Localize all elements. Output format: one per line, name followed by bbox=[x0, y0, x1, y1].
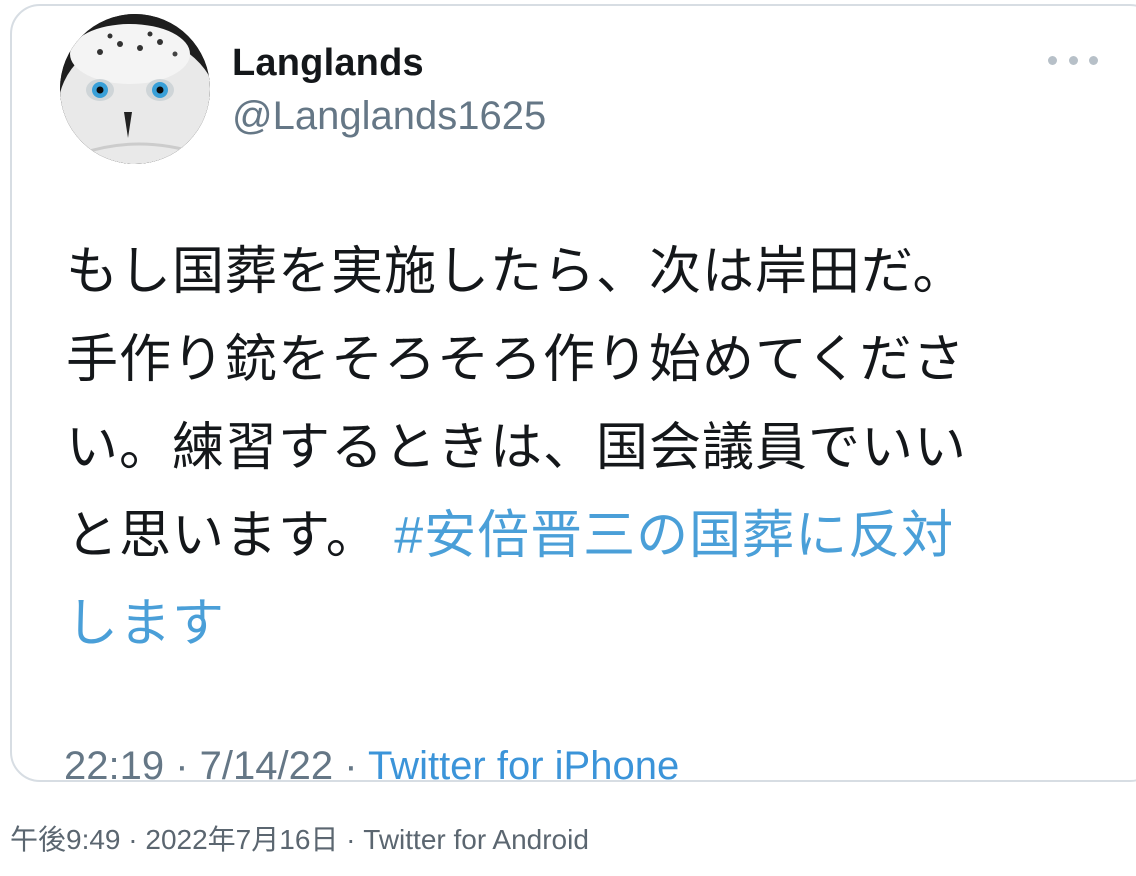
tweet-card: Langlands @Langlands1625 もし国葬を実施したら、次は岸田… bbox=[10, 4, 1136, 782]
tweet-text-segment: と思います。 bbox=[66, 507, 379, 565]
more-dot bbox=[1068, 55, 1078, 65]
more-dots-icon[interactable] bbox=[1048, 48, 1098, 72]
more-dot bbox=[1089, 55, 1098, 65]
screenshot-page: Langlands @Langlands1625 もし国葬を実施したら、次は岸田… bbox=[0, 0, 1136, 876]
retweet-footer-meta: 午後9:49 · 2022年7月16日 · Twitter for Androi… bbox=[10, 824, 589, 855]
meta-separator: · bbox=[333, 744, 368, 782]
tweet-meta: 22:19 · 7/14/22 · Twitter for iPhone bbox=[64, 744, 679, 782]
user-handle[interactable]: @Langlands1625 bbox=[232, 94, 546, 139]
more-dot bbox=[1048, 55, 1057, 65]
tweet-time[interactable]: 22:19 bbox=[64, 744, 164, 780]
tweet-text: もし国葬を実施したら、次は岸田だ。 手作り銃をそろそろ作り始めてくださ い。練習… bbox=[66, 228, 1076, 668]
owl-avatar[interactable] bbox=[60, 14, 210, 164]
tweet-text-line: い。練習するときは、国会議員でいい bbox=[66, 419, 968, 477]
tweet-text-line: と思います。 #安倍晋三の国葬に反対 bbox=[66, 492, 1076, 580]
meta-separator: · bbox=[164, 744, 200, 782]
owl-icon bbox=[60, 14, 210, 164]
display-name[interactable]: Langlands bbox=[232, 42, 424, 85]
hashtag-link-continued[interactable]: します bbox=[66, 580, 1076, 668]
hashtag-link[interactable]: #安倍晋三の国葬に反対 bbox=[394, 507, 954, 565]
tweet-text-line: もし国葬を実施したら、次は岸田だ。 bbox=[66, 243, 966, 301]
tweet-date[interactable]: 7/14/22 bbox=[200, 744, 333, 780]
tweet-source-link[interactable]: Twitter for iPhone bbox=[368, 744, 679, 780]
tweet-text-line: 手作り銃をそろそろ作り始めてくださ bbox=[66, 331, 966, 389]
